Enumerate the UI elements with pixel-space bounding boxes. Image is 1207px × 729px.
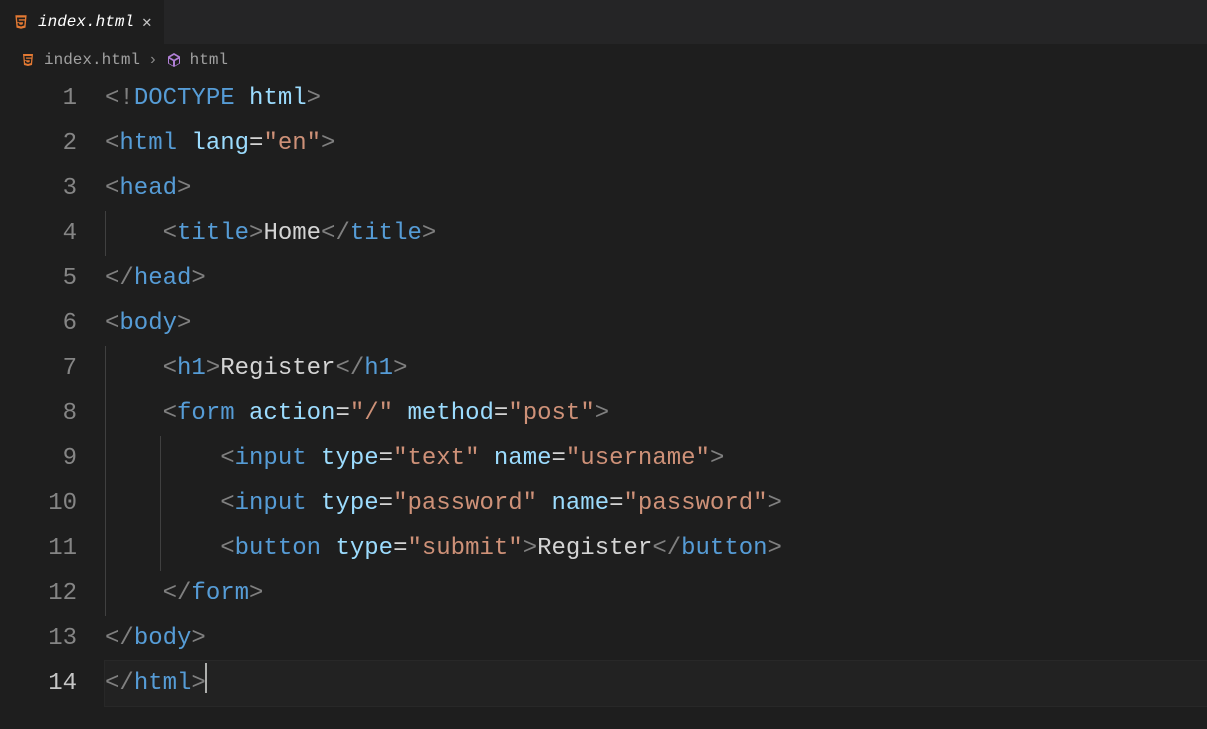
code-line[interactable]: <!DOCTYPE html> — [105, 76, 1207, 121]
code-editor[interactable]: 1234567891011121314 <!DOCTYPE html><html… — [0, 76, 1207, 706]
chevron-right-icon: › — [148, 51, 158, 69]
breadcrumb[interactable]: index.html › html — [0, 44, 1207, 76]
code-line[interactable]: <html lang="en"> — [105, 121, 1207, 166]
close-icon[interactable]: ✕ — [142, 12, 152, 32]
line-number: 5 — [0, 256, 77, 301]
code-line[interactable]: <input type="password" name="password"> — [105, 481, 1207, 526]
line-number: 6 — [0, 301, 77, 346]
line-number: 3 — [0, 166, 77, 211]
text-cursor — [205, 663, 207, 693]
code-line[interactable]: </body> — [105, 616, 1207, 661]
line-number: 7 — [0, 346, 77, 391]
code-content[interactable]: <!DOCTYPE html><html lang="en"><head> <t… — [105, 76, 1207, 706]
line-number: 10 — [0, 481, 77, 526]
symbol-icon — [166, 52, 182, 68]
code-line[interactable]: </form> — [105, 571, 1207, 616]
code-line[interactable]: </head> — [105, 256, 1207, 301]
line-number: 12 — [0, 571, 77, 616]
code-line[interactable]: </html> — [105, 661, 1207, 706]
line-number: 11 — [0, 526, 77, 571]
code-line[interactable]: <button type="submit">Register</button> — [105, 526, 1207, 571]
code-line[interactable]: <head> — [105, 166, 1207, 211]
line-number: 2 — [0, 121, 77, 166]
line-number: 1 — [0, 76, 77, 121]
breadcrumb-symbol: html — [190, 51, 228, 69]
tab-bar: index.html ✕ — [0, 0, 1207, 44]
tab-index-html[interactable]: index.html ✕ — [0, 0, 165, 44]
line-number: 14 — [0, 661, 77, 706]
line-number: 8 — [0, 391, 77, 436]
code-line[interactable]: <h1>Register</h1> — [105, 346, 1207, 391]
line-number-gutter: 1234567891011121314 — [0, 76, 105, 706]
code-line[interactable]: <form action="/" method="post"> — [105, 391, 1207, 436]
code-line[interactable]: <body> — [105, 301, 1207, 346]
line-number: 13 — [0, 616, 77, 661]
code-line[interactable]: <input type="text" name="username"> — [105, 436, 1207, 481]
line-number: 9 — [0, 436, 77, 481]
line-number: 4 — [0, 211, 77, 256]
code-line[interactable]: <title>Home</title> — [105, 211, 1207, 256]
html-file-icon — [20, 52, 36, 68]
breadcrumb-file: index.html — [44, 51, 140, 69]
html-file-icon — [12, 13, 30, 31]
tab-title: index.html — [38, 13, 134, 31]
